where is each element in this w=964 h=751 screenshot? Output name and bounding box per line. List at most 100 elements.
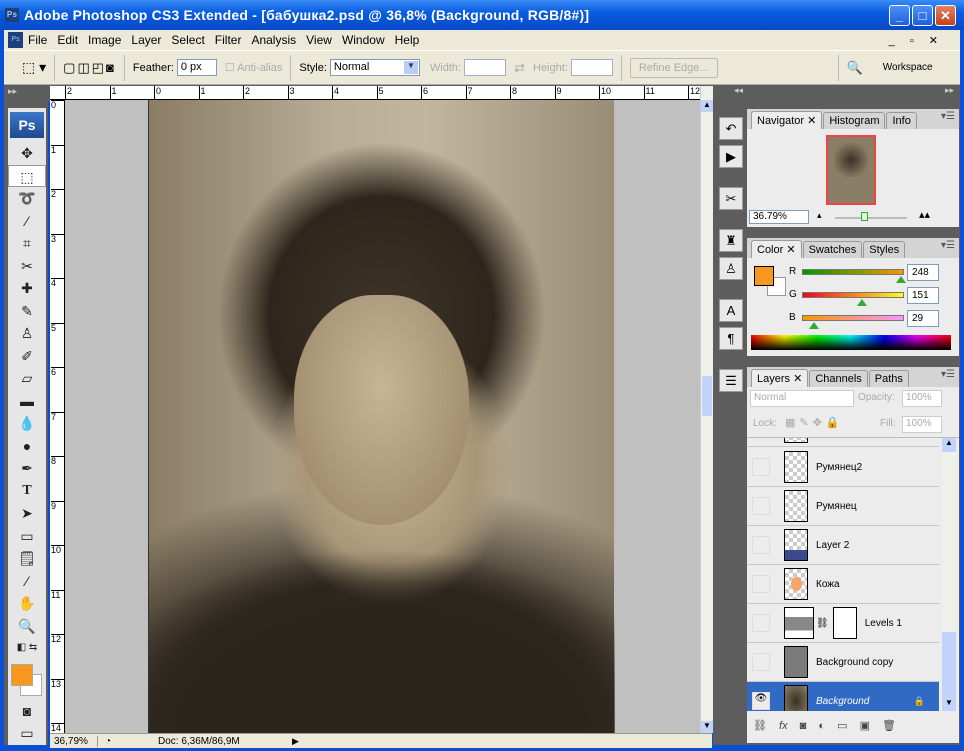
scroll-up-icon[interactable]: ▲: [942, 438, 956, 452]
visibility-toggle[interactable]: [752, 653, 770, 671]
pen-tool-icon[interactable]: ✒: [8, 457, 46, 480]
layers-scrollbar[interactable]: ▲ ▼: [942, 438, 956, 711]
layer-row[interactable]: Румянец: [747, 487, 939, 526]
antialias-checkbox[interactable]: ☐ Anti-alias: [225, 61, 283, 74]
navigator-zoom-input[interactable]: 36.79%: [749, 210, 809, 224]
fx-icon[interactable]: fx: [779, 720, 788, 732]
adjustment-layer-icon[interactable]: ◐: [818, 720, 825, 732]
tab-layers[interactable]: Layers ✕: [751, 369, 809, 387]
panel-menu-icon[interactable]: ▾☰: [941, 240, 955, 251]
canvas-area[interactable]: [65, 100, 700, 733]
menu-window[interactable]: Window: [342, 33, 385, 47]
lock-icons[interactable]: ▦✎✥🔒: [785, 416, 844, 429]
menu-analysis[interactable]: Analysis: [251, 33, 296, 47]
visibility-toggle[interactable]: [752, 614, 770, 632]
eye-icon[interactable]: 👁: [752, 692, 770, 710]
feather-input[interactable]: 0 px: [176, 59, 217, 76]
style-select[interactable]: Normal ▼: [329, 59, 420, 76]
link-icon[interactable]: ⛓: [816, 618, 829, 629]
brushes-icon[interactable]: ♜: [719, 229, 743, 252]
r-slider-thumb[interactable]: [896, 276, 906, 283]
slice-tool-icon[interactable]: ✂: [8, 255, 46, 278]
status-zoom[interactable]: 36,79%: [50, 735, 98, 747]
tab-paths[interactable]: Paths: [868, 370, 909, 387]
panel-menu-icon[interactable]: ▾☰: [941, 369, 955, 380]
menu-view[interactable]: View: [306, 33, 332, 47]
path-selection-tool-icon[interactable]: ➤: [8, 502, 46, 525]
height-input[interactable]: [570, 59, 613, 76]
marquee-tool-preset-icon[interactable]: ⬚ ▾: [22, 59, 46, 76]
gradient-tool-icon[interactable]: ▬: [8, 390, 46, 413]
dodge-tool-icon[interactable]: ●: [8, 435, 46, 458]
tab-swatches[interactable]: Swatches: [802, 241, 863, 258]
zoom-in-icon[interactable]: ▴▴: [919, 208, 930, 221]
layer-row[interactable]: Background copy: [747, 643, 939, 682]
visibility-toggle[interactable]: [752, 458, 770, 476]
layer-row[interactable]: Layer 2: [747, 526, 939, 565]
marquee-tool-icon[interactable]: ⬚: [8, 164, 46, 187]
g-slider-thumb[interactable]: [857, 299, 867, 306]
tool-presets-icon[interactable]: ✂: [719, 187, 743, 210]
scroll-thumb[interactable]: [942, 632, 956, 698]
scroll-thumb[interactable]: [702, 376, 712, 416]
screen-mode-icon[interactable]: ▭: [8, 722, 46, 745]
history-icon[interactable]: ↶: [719, 117, 743, 140]
layer-row-partial[interactable]: [747, 438, 939, 447]
layer-row[interactable]: ⛓ Levels 1: [747, 604, 939, 643]
workspace-button[interactable]: Workspace: [883, 62, 933, 73]
r-value[interactable]: 248: [907, 264, 939, 281]
zoom-tool-icon[interactable]: 🔍: [8, 615, 46, 638]
scroll-down-icon[interactable]: ▼: [701, 721, 713, 733]
layer-comps-icon[interactable]: ☰: [719, 369, 743, 392]
visibility-toggle[interactable]: [752, 497, 770, 515]
menu-select[interactable]: Select: [171, 33, 204, 47]
menu-file[interactable]: File: [28, 33, 47, 47]
blur-tool-icon[interactable]: 💧: [8, 412, 46, 435]
menu-layer[interactable]: Layer: [131, 33, 161, 47]
scroll-down-icon[interactable]: ▼: [942, 698, 956, 711]
character-icon[interactable]: A: [719, 299, 743, 322]
notes-tool-icon[interactable]: 🗒: [8, 547, 46, 570]
clone-source-icon[interactable]: ♙: [719, 257, 743, 280]
b-slider[interactable]: [802, 315, 904, 321]
r-slider[interactable]: [802, 269, 904, 275]
tab-styles[interactable]: Styles: [863, 241, 906, 258]
tab-channels[interactable]: Channels: [809, 370, 868, 387]
opacity-input[interactable]: 100%: [902, 390, 942, 407]
magic-wand-tool-icon[interactable]: ⁄: [8, 210, 46, 233]
foreground-color-box[interactable]: [754, 266, 774, 286]
maximize-button[interactable]: □: [912, 5, 933, 26]
vertical-scrollbar[interactable]: ▲ ▼: [700, 86, 713, 733]
crop-tool-icon[interactable]: ⌗: [8, 232, 46, 255]
swap-icon[interactable]: ⇄: [514, 60, 525, 76]
zoom-slider-thumb[interactable]: [861, 212, 868, 221]
refine-edge-button[interactable]: Refine Edge...: [629, 57, 718, 78]
tab-info[interactable]: Info: [886, 112, 917, 129]
visibility-toggle[interactable]: [752, 536, 770, 554]
link-layers-icon[interactable]: ⛓: [753, 720, 767, 732]
g-slider[interactable]: [802, 292, 904, 298]
visibility-toggle[interactable]: [752, 575, 770, 593]
default-swap-colors-icon[interactable]: ◧ ⇆: [8, 637, 46, 660]
layer-row[interactable]: Кожа: [747, 565, 939, 604]
width-input[interactable]: [464, 59, 507, 76]
new-group-icon[interactable]: ▭: [837, 720, 847, 732]
menu-edit[interactable]: Edit: [57, 33, 78, 47]
fill-input[interactable]: 100%: [902, 416, 942, 433]
panel-menu-icon[interactable]: ▾☰: [941, 111, 955, 122]
b-slider-thumb[interactable]: [809, 322, 819, 329]
zoom-out-icon[interactable]: ▴: [817, 210, 822, 221]
tab-histogram[interactable]: Histogram: [823, 112, 886, 129]
scroll-up-icon[interactable]: ▲: [701, 100, 713, 112]
menu-help[interactable]: Help: [395, 33, 420, 47]
close-button[interactable]: ✕: [935, 5, 956, 26]
color-spectrum-ramp[interactable]: [751, 335, 951, 350]
ps-doc-icon[interactable]: Ps: [8, 32, 23, 48]
menu-filter[interactable]: Filter: [215, 33, 242, 47]
clone-stamp-tool-icon[interactable]: ♙: [8, 322, 46, 345]
quick-mask-icon[interactable]: ◙: [8, 700, 46, 723]
tab-navigator[interactable]: Navigator ✕: [751, 111, 823, 129]
selection-mode-icons[interactable]: ▢◫◰◙: [63, 60, 116, 76]
add-mask-icon[interactable]: ◙: [800, 720, 807, 732]
b-value[interactable]: 29: [907, 310, 939, 327]
